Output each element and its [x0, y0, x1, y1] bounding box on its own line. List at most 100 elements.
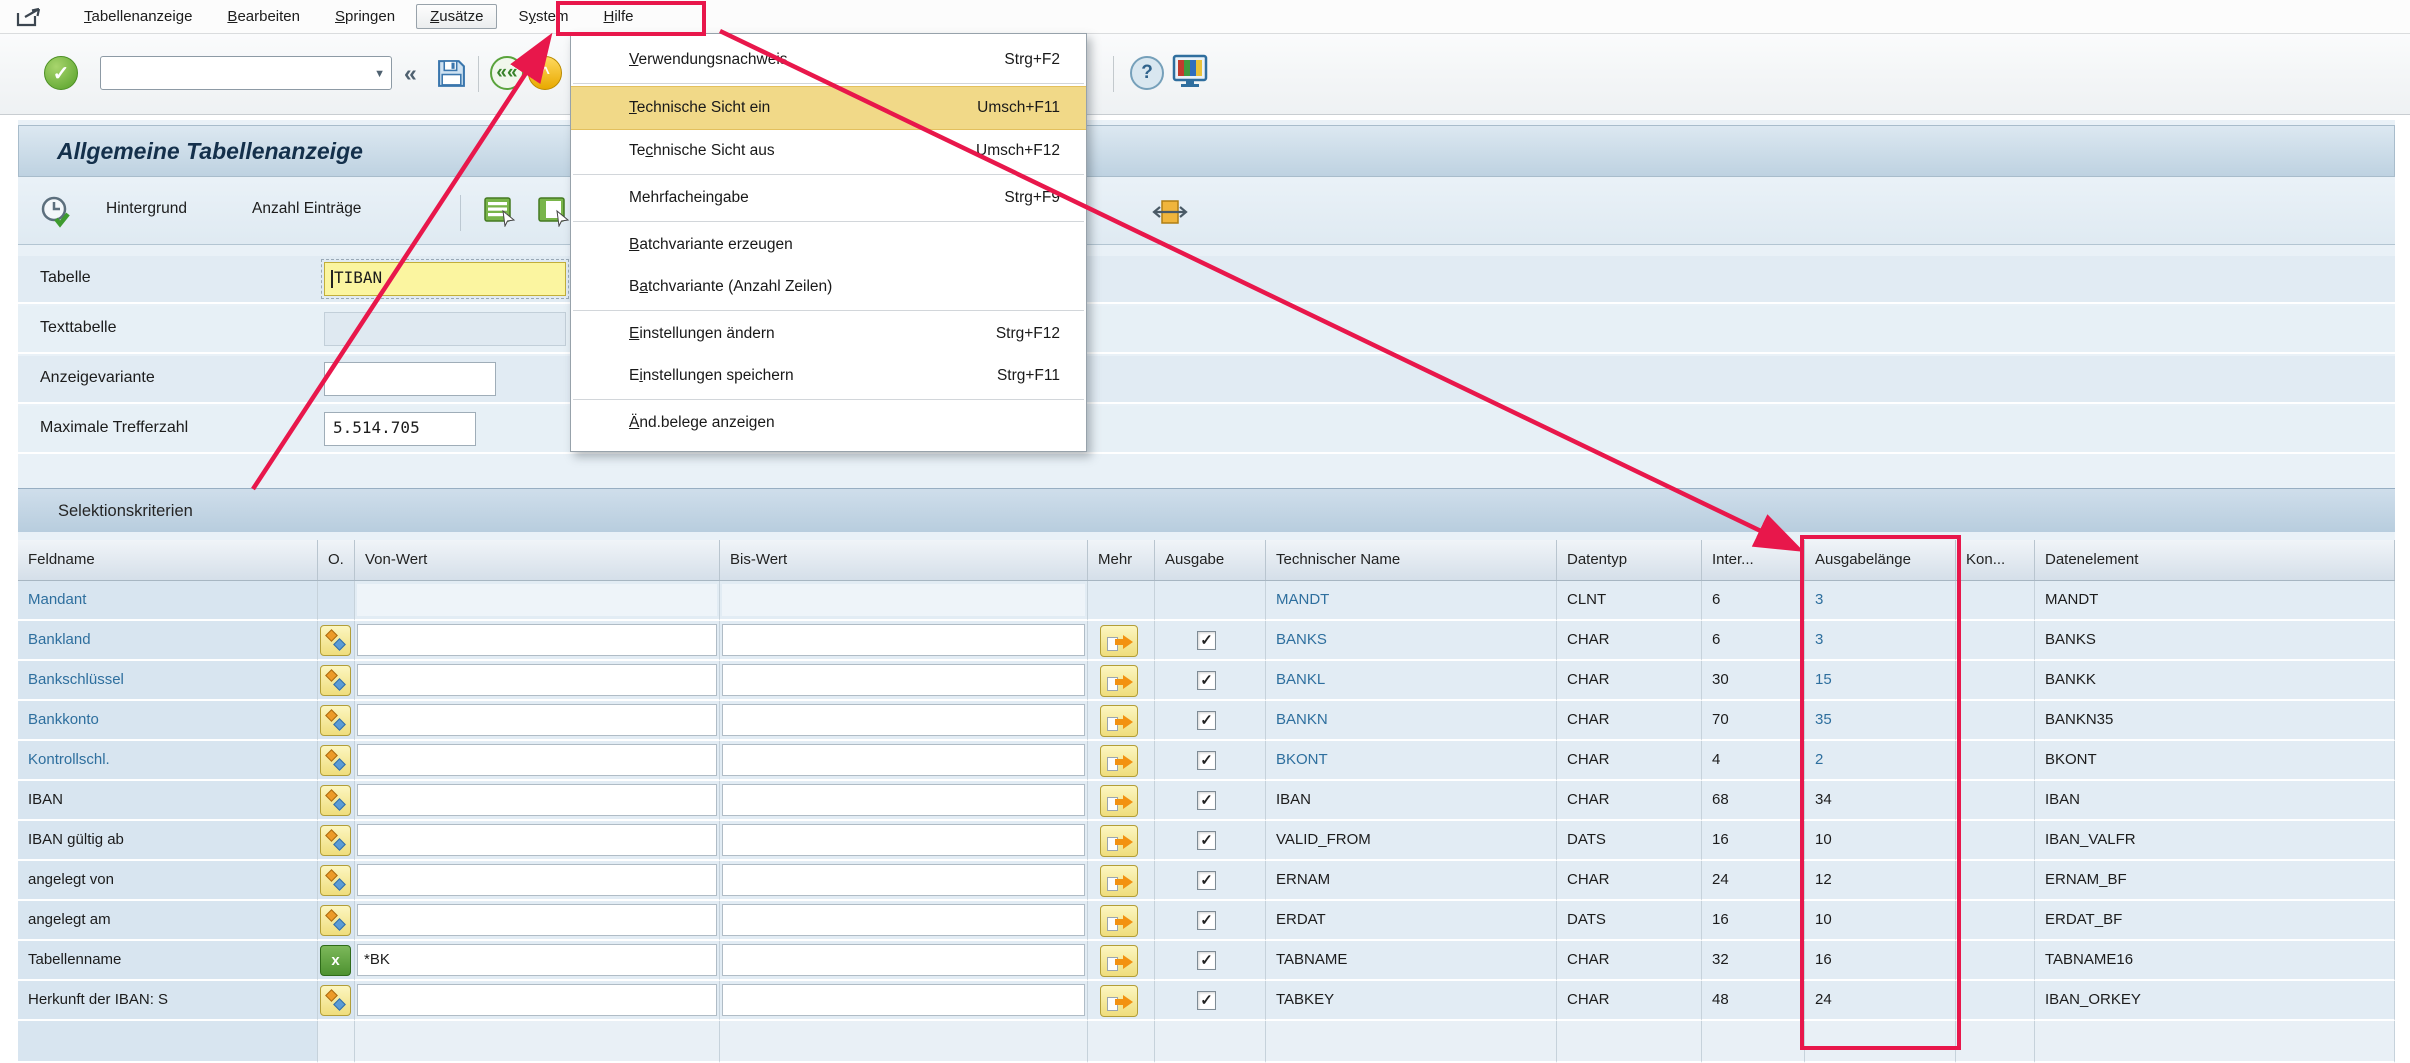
ausgabe-checkbox[interactable]: ✓	[1197, 671, 1216, 690]
von-wert-input[interactable]	[357, 704, 717, 736]
menu-item-einstellungen--ndern[interactable]: Einstellungen ändernStrg+F12	[571, 313, 1086, 355]
menu-item-technische-sicht-ein[interactable]: Technische Sicht einUmsch+F11	[571, 86, 1086, 130]
ausgabe-checkbox[interactable]: ✓	[1197, 831, 1216, 850]
max-trefferzahl-input[interactable]: 5.514.705	[324, 412, 476, 446]
menubar-item-hilfe[interactable]: Hilfe	[589, 4, 647, 29]
column-header-ausgabelnge[interactable]: Ausgabelänge	[1805, 540, 1956, 580]
command-input[interactable]	[105, 61, 363, 85]
von-wert-input[interactable]	[357, 864, 717, 896]
menubar-item-bearbeiten[interactable]: Bearbeiten	[213, 4, 314, 29]
ausgabe-checkbox[interactable]: ✓	[1197, 991, 1216, 1010]
von-wert-input[interactable]	[357, 664, 717, 696]
von-wert-input[interactable]: *BK	[357, 944, 717, 976]
menu-item-einstellungen-speichern[interactable]: Einstellungen speichernStrg+F11	[571, 355, 1086, 397]
datentyp-cell: CLNT	[1557, 581, 1702, 621]
deselect-all-icon[interactable]	[538, 197, 570, 232]
selection-options-icon[interactable]	[320, 825, 351, 856]
menu-item--nd-belege-anzeigen[interactable]: Änd.belege anzeigen	[571, 402, 1086, 444]
help-icon[interactable]: ?	[1130, 56, 1164, 90]
multiple-selection-button[interactable]	[1100, 985, 1138, 1017]
menu-item-batchvariante-erzeugen[interactable]: Batchvariante erzeugen	[571, 224, 1086, 266]
multiple-selection-button[interactable]	[1100, 865, 1138, 897]
column-header-mehr[interactable]: Mehr	[1088, 540, 1155, 580]
back-button[interactable]: ««	[490, 56, 524, 90]
von-wert-input[interactable]	[357, 904, 717, 936]
multiple-selection-button[interactable]	[1100, 665, 1138, 697]
von-wert-input[interactable]	[357, 784, 717, 816]
column-header-biswert[interactable]: Bis-Wert	[720, 540, 1088, 580]
von-wert-input[interactable]	[357, 984, 717, 1016]
selection-options-icon[interactable]	[320, 785, 351, 816]
column-header-kon[interactable]: Kon...	[1956, 540, 2035, 580]
selection-options-icon[interactable]	[320, 905, 351, 936]
output-width-icon[interactable]	[1152, 197, 1188, 234]
ausgabe-checkbox[interactable]: ✓	[1197, 871, 1216, 890]
bis-wert-input[interactable]	[722, 904, 1085, 936]
menubar-item-springen[interactable]: Springen	[321, 4, 409, 29]
ausgabe-checkbox[interactable]: ✓	[1197, 791, 1216, 810]
multiple-selection-button[interactable]	[1100, 905, 1138, 937]
column-header-ausgabe[interactable]: Ausgabe	[1155, 540, 1266, 580]
selection-options-icon[interactable]	[320, 705, 351, 736]
column-header-datentyp[interactable]: Datentyp	[1557, 540, 1702, 580]
multiple-selection-button[interactable]	[1100, 705, 1138, 737]
menubar-item-system[interactable]: System	[504, 4, 582, 29]
command-dropdown-icon[interactable]: ▼	[374, 68, 385, 80]
empty-cell	[2035, 1021, 2395, 1063]
ausgabe-checkbox[interactable]: ✓	[1197, 951, 1216, 970]
menu-item-mehrfacheingabe[interactable]: MehrfacheingabeStrg+F9	[571, 177, 1086, 219]
menubar-item-tabellenanzeige[interactable]: Tabellenanzeige	[70, 4, 206, 29]
exit-button[interactable]: ^	[528, 56, 562, 90]
bis-wert-input[interactable]	[722, 624, 1085, 656]
exclude-pattern-icon[interactable]: x	[320, 945, 351, 976]
selection-options-icon[interactable]	[320, 745, 351, 776]
selection-options-icon[interactable]	[320, 665, 351, 696]
multiple-selection-button[interactable]	[1100, 785, 1138, 817]
anzahl-eintraege-button[interactable]: Anzahl Einträge	[252, 200, 361, 218]
bis-wert-input[interactable]	[722, 744, 1085, 776]
bis-wert-input[interactable]	[722, 824, 1085, 856]
execute-background-icon[interactable]	[38, 194, 76, 237]
local-layout-icon[interactable]	[1172, 54, 1208, 93]
command-field[interactable]: ▼	[100, 56, 392, 90]
selection-options-icon[interactable]	[320, 865, 351, 896]
enter-button[interactable]: ✓	[44, 56, 78, 90]
column-header-technischername[interactable]: Technischer Name	[1266, 540, 1557, 580]
arrow-icon	[1123, 875, 1133, 889]
multiple-selection-button[interactable]	[1100, 825, 1138, 857]
bis-wert-input[interactable]	[722, 784, 1085, 816]
anzeigevariante-input[interactable]	[324, 362, 496, 396]
ausgabe-checkbox[interactable]: ✓	[1197, 751, 1216, 770]
von-wert-input[interactable]	[357, 744, 717, 776]
select-all-icon[interactable]	[484, 197, 516, 232]
column-header-o[interactable]: O.	[318, 540, 355, 580]
multiple-selection-button[interactable]	[1100, 745, 1138, 777]
column-header-feldname[interactable]: Feldname	[18, 540, 318, 580]
multiple-selection-button[interactable]	[1100, 625, 1138, 657]
column-header-vonwert[interactable]: Von-Wert	[355, 540, 720, 580]
menubar-item-zustze[interactable]: Zusätze	[416, 4, 497, 29]
multiple-selection-button[interactable]	[1100, 945, 1138, 977]
save-button[interactable]	[436, 58, 467, 94]
column-header-datenelement[interactable]: Datenelement	[2035, 540, 2395, 580]
hintergrund-button[interactable]: Hintergrund	[106, 200, 187, 218]
ausgabe-checkbox[interactable]: ✓	[1197, 631, 1216, 650]
tabelle-input[interactable]: TIBAN	[324, 262, 566, 296]
bis-wert-input[interactable]	[722, 864, 1085, 896]
von-wert-input[interactable]	[357, 624, 717, 656]
menu-item-batchvariante--anzahl-zeilen-[interactable]: Batchvariante (Anzahl Zeilen)	[571, 266, 1086, 308]
menu-item-technische-sicht-aus[interactable]: Technische Sicht ausUmsch+F12	[571, 130, 1086, 172]
selection-options-icon[interactable]	[320, 985, 351, 1016]
ausgabe-checkbox[interactable]: ✓	[1197, 711, 1216, 730]
von-wert-input[interactable]	[357, 824, 717, 856]
bis-wert-input[interactable]	[722, 944, 1085, 976]
column-header-inter[interactable]: Inter...	[1702, 540, 1805, 580]
bis-wert-input[interactable]	[722, 984, 1085, 1016]
bis-wert-input[interactable]	[722, 664, 1085, 696]
collapse-toolbar-icon[interactable]: «	[404, 58, 417, 88]
bis-wert-input[interactable]	[722, 704, 1085, 736]
menu-item-verwendungsnachweis[interactable]: VerwendungsnachweisStrg+F2	[571, 39, 1086, 81]
continue-icon[interactable]	[14, 5, 44, 29]
ausgabe-checkbox[interactable]: ✓	[1197, 911, 1216, 930]
selection-options-icon[interactable]	[320, 625, 351, 656]
